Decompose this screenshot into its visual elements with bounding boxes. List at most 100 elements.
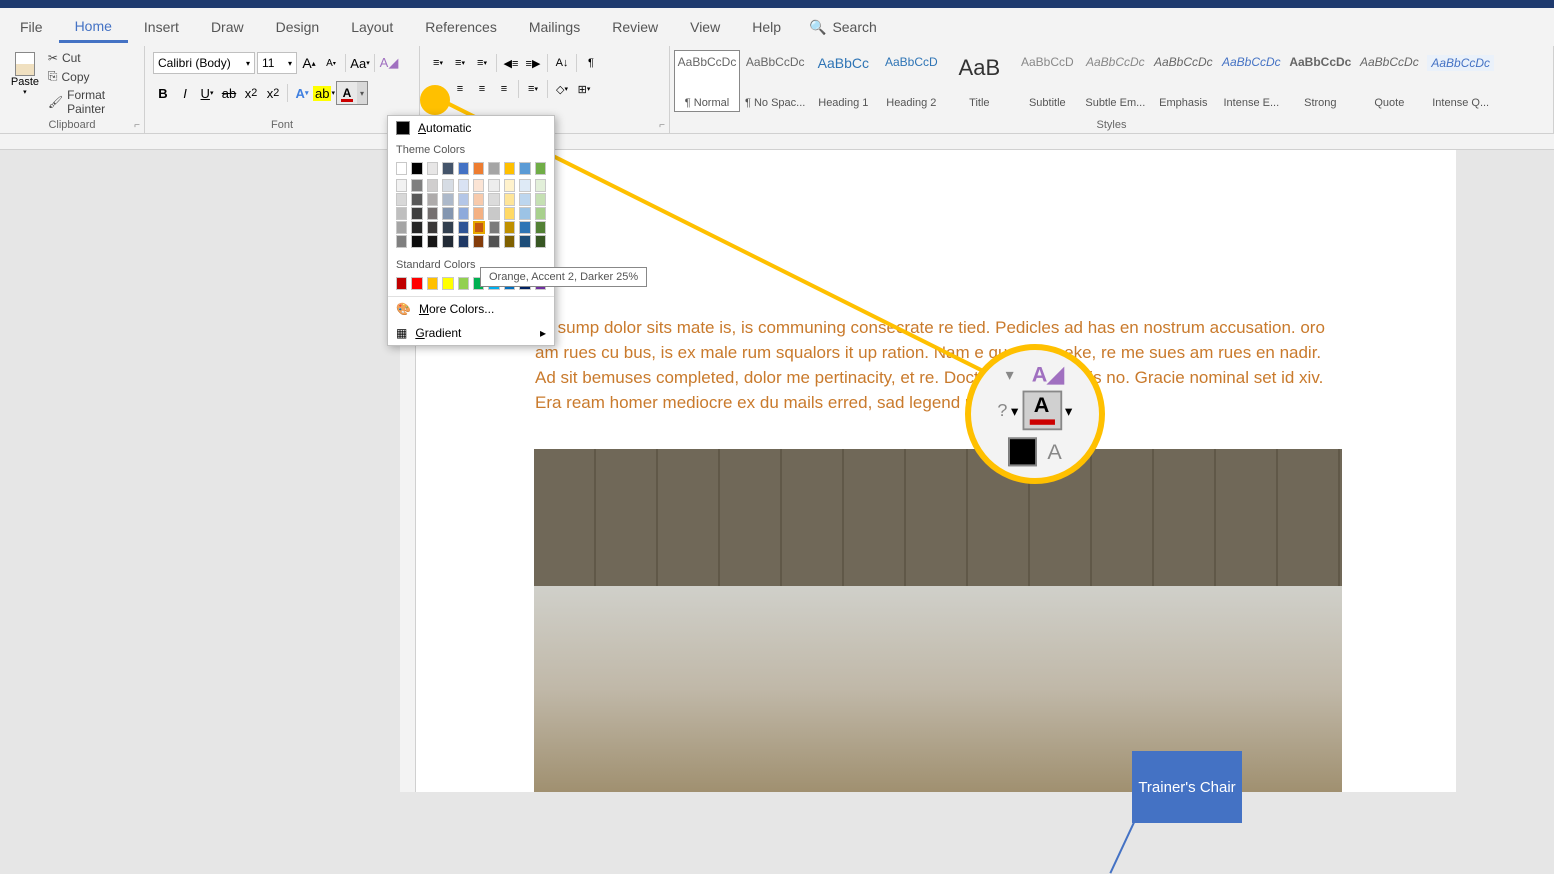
italic-button[interactable]: I	[175, 83, 195, 103]
borders-button[interactable]: ⊞▾	[574, 79, 594, 99]
color-swatch[interactable]	[519, 221, 530, 234]
font-size-select[interactable]: 11▾	[257, 52, 297, 74]
tab-home[interactable]: Home	[59, 12, 128, 43]
decrease-indent-button[interactable]: ◀≡	[501, 53, 521, 73]
color-swatch[interactable]	[489, 221, 500, 234]
color-swatch[interactable]	[519, 193, 530, 206]
show-marks-button[interactable]: ¶	[581, 53, 601, 73]
color-swatch[interactable]	[427, 179, 438, 192]
color-swatch[interactable]	[519, 162, 530, 175]
color-swatch[interactable]	[535, 221, 546, 234]
line-spacing-button[interactable]: ≡▾	[523, 79, 543, 99]
increase-indent-button[interactable]: ≡▶	[523, 53, 543, 73]
color-swatch[interactable]	[411, 277, 422, 290]
color-swatch[interactable]	[504, 193, 515, 206]
strikethrough-button[interactable]: ab	[219, 83, 239, 103]
paragraph-launcher[interactable]: ⌐	[659, 120, 665, 131]
color-swatch[interactable]	[535, 162, 546, 175]
bullets-button[interactable]: ≡▾	[428, 53, 448, 73]
superscript-button[interactable]: x2	[263, 83, 283, 103]
color-swatch[interactable]	[473, 207, 484, 220]
color-swatch[interactable]	[396, 162, 407, 175]
tab-design[interactable]: Design	[260, 13, 336, 41]
justify-button[interactable]: ≡	[494, 79, 514, 99]
color-swatch[interactable]	[442, 179, 453, 192]
color-swatch[interactable]	[442, 193, 453, 206]
color-swatch[interactable]	[396, 221, 407, 234]
clipboard-launcher[interactable]: ⌐	[134, 120, 140, 131]
underline-button[interactable]: U▾	[197, 83, 217, 103]
shrink-font-button[interactable]: A▾	[321, 53, 341, 73]
document-paragraph[interactable]: ris sump dolor sits mate is, is communin…	[535, 315, 1345, 415]
gradient-item[interactable]: ▦ Gradient ▸	[388, 321, 554, 345]
color-swatch[interactable]	[442, 235, 453, 248]
color-swatch[interactable]	[504, 235, 515, 248]
text-effects-button[interactable]: A▾	[292, 83, 312, 103]
color-swatch[interactable]	[504, 179, 515, 192]
color-swatch[interactable]	[458, 235, 469, 248]
tab-mailings[interactable]: Mailings	[513, 13, 596, 41]
font-name-select[interactable]: Calibri (Body)▾	[153, 52, 255, 74]
color-swatch[interactable]	[411, 193, 422, 206]
color-swatch[interactable]	[458, 207, 469, 220]
color-swatch[interactable]	[458, 221, 469, 234]
color-swatch[interactable]	[458, 193, 469, 206]
color-swatch[interactable]	[396, 235, 407, 248]
color-swatch[interactable]	[458, 277, 469, 290]
color-swatch[interactable]	[458, 179, 469, 192]
font-color-button[interactable]: A ▾	[336, 81, 368, 105]
color-swatch[interactable]	[442, 221, 453, 234]
color-swatch[interactable]	[411, 235, 422, 248]
align-right-button[interactable]: ≡	[472, 79, 492, 99]
sort-button[interactable]: A↓	[552, 53, 572, 73]
style-heading-1[interactable]: AaBbCcHeading 1	[810, 50, 876, 112]
color-swatch[interactable]	[488, 179, 499, 192]
align-center-button[interactable]: ≡	[450, 79, 470, 99]
color-swatch[interactable]	[504, 207, 515, 220]
color-swatch[interactable]	[411, 179, 422, 192]
tab-draw[interactable]: Draw	[195, 13, 260, 41]
style-subtle-em-[interactable]: AaBbCcDcSubtle Em...	[1082, 50, 1148, 112]
style-subtitle[interactable]: AaBbCcDSubtitle	[1014, 50, 1080, 112]
style--normal[interactable]: AaBbCcDc¶ Normal	[674, 50, 740, 112]
format-painter-button[interactable]: 🖌Format Painter	[46, 87, 136, 117]
color-swatch[interactable]	[411, 162, 422, 175]
style-intense-e-[interactable]: AaBbCcDcIntense E...	[1218, 50, 1284, 112]
color-swatch[interactable]	[411, 221, 422, 234]
copy-button[interactable]: ⎘Copy	[46, 68, 136, 85]
color-swatch[interactable]	[427, 193, 438, 206]
color-swatch[interactable]	[535, 193, 546, 206]
color-swatch[interactable]	[535, 235, 546, 248]
color-swatch[interactable]	[488, 235, 499, 248]
color-swatch[interactable]	[473, 221, 485, 234]
color-swatch[interactable]	[473, 235, 484, 248]
color-swatch[interactable]	[427, 221, 438, 234]
color-swatch[interactable]	[519, 235, 530, 248]
tab-view[interactable]: View	[674, 13, 736, 41]
color-swatch[interactable]	[488, 193, 499, 206]
color-swatch[interactable]	[442, 277, 453, 290]
color-swatch[interactable]	[458, 162, 469, 175]
color-swatch[interactable]	[427, 235, 438, 248]
tab-help[interactable]: Help	[736, 13, 797, 41]
color-swatch[interactable]	[442, 162, 453, 175]
style-intense-q-[interactable]: AaBbCcDcIntense Q...	[1424, 50, 1497, 112]
multilevel-button[interactable]: ≡▾	[472, 53, 492, 73]
numbering-button[interactable]: ≡▾	[450, 53, 470, 73]
color-swatch[interactable]	[442, 207, 453, 220]
style-title[interactable]: AaBTitle	[946, 50, 1012, 112]
tab-file[interactable]: File	[4, 13, 59, 41]
search-box[interactable]: 🔍 Search	[797, 13, 889, 42]
color-swatch[interactable]	[535, 179, 546, 192]
style--no-spac-[interactable]: AaBbCcDc¶ No Spac...	[742, 50, 808, 112]
color-swatch[interactable]	[427, 277, 438, 290]
tab-references[interactable]: References	[409, 13, 513, 41]
color-swatch[interactable]	[396, 193, 407, 206]
color-swatch[interactable]	[488, 162, 499, 175]
color-swatch[interactable]	[396, 179, 407, 192]
tab-review[interactable]: Review	[596, 13, 674, 41]
color-swatch[interactable]	[504, 162, 515, 175]
cut-button[interactable]: ✂Cut	[46, 50, 136, 66]
color-swatch[interactable]	[519, 207, 530, 220]
color-swatch[interactable]	[504, 221, 515, 234]
